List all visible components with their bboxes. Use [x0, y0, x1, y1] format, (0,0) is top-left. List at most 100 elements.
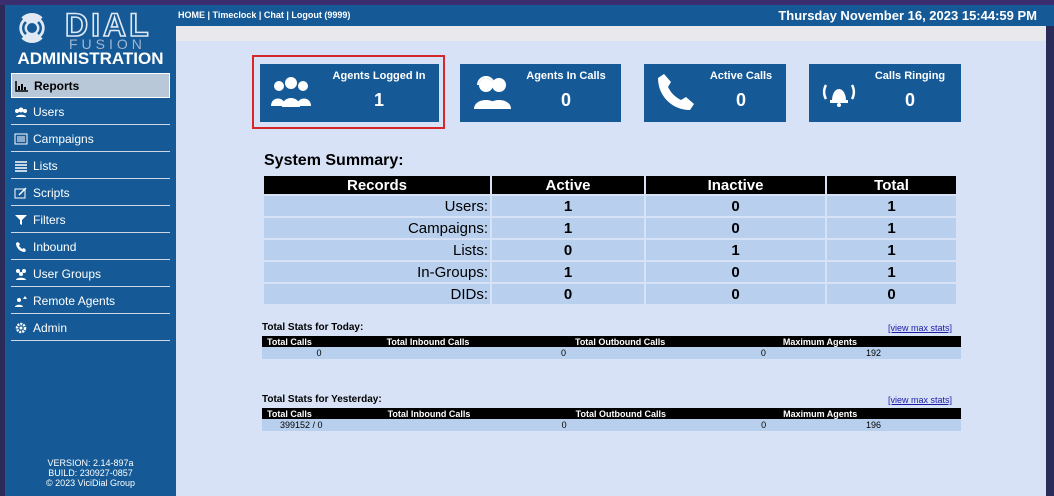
summary-cell: 0 — [646, 196, 825, 216]
summary-cell: 1 — [492, 262, 644, 282]
sidebar-item-label: Filters — [33, 213, 66, 227]
card-value: 0 — [735, 90, 746, 110]
summary-header-total: Total — [827, 176, 956, 194]
summary-header-inactive: Inactive — [646, 176, 825, 194]
card-active-calls[interactable]: Active Calls 0 — [644, 64, 786, 122]
dial-fusion-logo[interactable]: DIAL FUSION — [5, 5, 176, 52]
sidebar-item-admin[interactable]: Admin — [11, 316, 170, 341]
stats-cell: 0 — [570, 419, 779, 431]
card-value: 0 — [560, 90, 571, 110]
remote-agents-icon — [13, 294, 29, 308]
summary-cell: 0 — [492, 284, 644, 304]
users-icon — [13, 105, 29, 119]
header-datetime: Thursday November 16, 2023 15:44:59 PM — [778, 8, 1037, 23]
stats-header: Total Inbound Calls — [381, 336, 570, 347]
card-title: Agents In Calls — [526, 70, 606, 82]
stats-cell: 0 — [381, 347, 570, 359]
summary-row-label: DIDs: — [264, 284, 490, 304]
header-links[interactable]: HOME | Timeclock | Chat | Logout (9999) — [178, 10, 350, 20]
summary-cell: 0 — [646, 218, 825, 238]
stats-cell: 0 — [569, 347, 778, 359]
today-stats-title: Total Stats for Today: — [262, 322, 364, 333]
administration-title: ADMINISTRATION — [17, 49, 164, 68]
phone-handset-icon — [654, 74, 696, 119]
sidebar-item-reports[interactable]: Reports — [11, 73, 170, 98]
system-summary-table: Records Active Inactive Total Users: 1 0… — [262, 174, 958, 306]
stats-header: Total Calls — [262, 408, 383, 419]
summary-cell: 1 — [827, 240, 956, 260]
stats-header: Maximum Agents — [777, 336, 961, 347]
summary-row-dids: DIDs: 0 0 0 — [264, 284, 956, 304]
stats-cell: 192 — [777, 347, 961, 359]
today-stats-table: Total Calls Total Inbound Calls Total Ou… — [262, 336, 961, 359]
reports-icon — [14, 79, 30, 93]
top-header: HOME | Timeclock | Chat | Logout (9999) … — [176, 5, 1054, 26]
phone-icon — [13, 240, 29, 254]
sidebar-item-lists[interactable]: Lists — [11, 154, 170, 179]
table-row: 399152 / 0 0 0 196 — [262, 419, 961, 431]
stats-header: Total Calls — [262, 336, 382, 347]
summary-cell: 0 — [827, 284, 956, 304]
summary-row-in-groups: In-Groups: 1 0 1 — [264, 262, 956, 282]
summary-cell: 1 — [646, 240, 825, 260]
sidebar: DIAL FUSION ADMINISTRATION Reports Users… — [5, 5, 176, 496]
summary-cell: 1 — [827, 262, 956, 282]
summary-row-label: Campaigns: — [264, 218, 490, 238]
bell-icon — [819, 77, 859, 112]
sidebar-item-label: Admin — [33, 321, 68, 335]
scripts-icon — [13, 186, 29, 200]
stats-header: Total Outbound Calls — [569, 336, 778, 347]
system-summary-title: System Summary: — [264, 152, 404, 169]
stats-header: Maximum Agents — [778, 408, 961, 419]
yesterday-view-max-stats-link[interactable]: [view max stats] — [888, 395, 952, 405]
summary-row-label: In-Groups: — [264, 262, 490, 282]
sub-bar — [176, 26, 1046, 41]
copyright-text: © 2023 ViciDial Group — [45, 478, 135, 488]
today-view-max-stats-link[interactable]: [view max stats] — [888, 323, 952, 333]
summary-row-lists: Lists: 0 1 1 — [264, 240, 956, 260]
sidebar-item-label: Remote Agents — [33, 294, 116, 308]
stats-cell: 0 — [382, 419, 571, 431]
summary-row-users: Users: 1 0 1 — [264, 196, 956, 216]
yesterday-stats-title: Total Stats for Yesterday: — [262, 394, 382, 405]
sidebar-item-remote-agents[interactable]: Remote Agents — [11, 289, 170, 314]
stats-cell: 399152 / 0 — [262, 419, 383, 431]
summary-cell: 0 — [646, 262, 825, 282]
summary-header-records: Records — [264, 176, 490, 194]
sidebar-item-label: Scripts — [33, 186, 70, 200]
stats-cell: 0 — [262, 347, 382, 359]
sidebar-item-label: Lists — [33, 159, 58, 173]
build-text: BUILD: 230927-0857 — [48, 468, 133, 478]
sidebar-item-inbound[interactable]: Inbound — [11, 235, 170, 260]
summary-cell: 1 — [827, 218, 956, 238]
sidebar-item-campaigns[interactable]: Campaigns — [11, 127, 170, 152]
summary-cell: 1 — [492, 218, 644, 238]
card-value: 0 — [904, 90, 915, 110]
card-agents-in-calls[interactable]: Agents In Calls 0 — [460, 64, 621, 122]
sidebar-item-filters[interactable]: Filters — [11, 208, 170, 233]
version-info: VERSION: 2.14-897a BUILD: 230927-0857 © … — [5, 458, 176, 488]
stats-header: Total Inbound Calls — [382, 408, 571, 419]
stats-cell: 196 — [778, 419, 961, 431]
summary-row-label: Users: — [264, 196, 490, 216]
summary-cell: 1 — [492, 196, 644, 216]
summary-row-campaigns: Campaigns: 1 0 1 — [264, 218, 956, 238]
sidebar-item-label: Users — [33, 105, 65, 119]
yesterday-stats-table: Total Calls Total Inbound Calls Total Ou… — [262, 408, 961, 431]
sidebar-item-users[interactable]: Users — [11, 100, 170, 125]
sidebar-item-user-groups[interactable]: User Groups — [11, 262, 170, 287]
campaigns-icon — [13, 132, 29, 146]
sidebar-item-label: Reports — [34, 78, 80, 93]
summary-cell: 0 — [492, 240, 644, 260]
card-title: Calls Ringing — [874, 70, 946, 82]
summary-cell: 0 — [646, 284, 825, 304]
gear-icon — [13, 321, 29, 335]
card-calls-ringing[interactable]: Calls Ringing 0 — [809, 64, 961, 122]
headset-agents-icon — [472, 74, 512, 115]
summary-cell: 1 — [827, 196, 956, 216]
sidebar-item-scripts[interactable]: Scripts — [11, 181, 170, 206]
right-edge — [1046, 26, 1054, 496]
sidebar-item-label: Inbound — [33, 240, 77, 254]
lists-icon — [13, 159, 29, 173]
sidebar-item-label: User Groups — [33, 267, 102, 281]
